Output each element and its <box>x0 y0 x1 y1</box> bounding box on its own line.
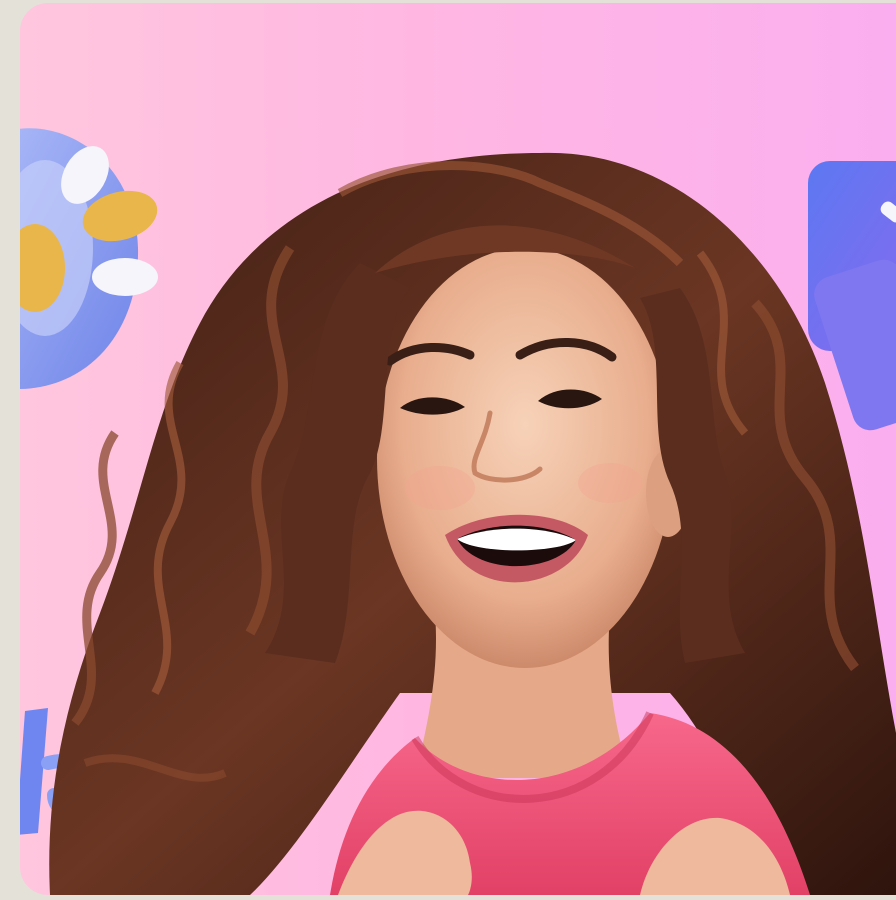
3d-abstract-shape-icon <box>20 128 158 389</box>
photo-card <box>20 3 896 895</box>
woman-portrait-photo <box>20 128 896 895</box>
